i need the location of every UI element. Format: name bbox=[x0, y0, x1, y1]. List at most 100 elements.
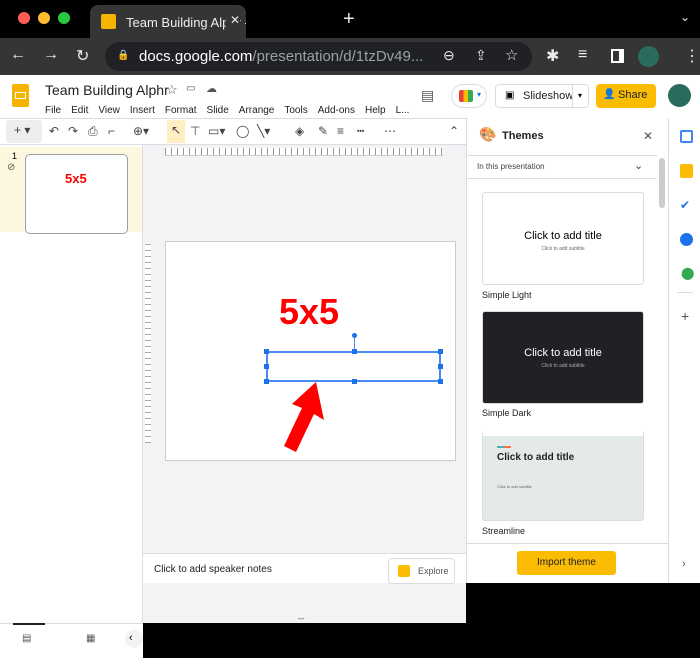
speaker-notes[interactable]: Click to add speaker notes Explore bbox=[143, 553, 466, 584]
more-icon[interactable]: ⋯ bbox=[384, 124, 396, 138]
keep-icon[interactable] bbox=[680, 164, 693, 178]
forward-icon[interactable]: → bbox=[43, 46, 59, 64]
toolbar: + ▾ ↶ ↷ ⎙ ⌐ ⊕▾ ↖ ⊤ ▭▾ ◯ ╲▾ ◈ ✎ ≡ ┅ ⋯ ⌃ bbox=[0, 118, 466, 145]
menu-insert[interactable]: Insert bbox=[130, 105, 155, 116]
minimize-window-button[interactable] bbox=[38, 12, 50, 24]
people-icon: 👤 bbox=[603, 89, 616, 100]
new-tab-icon[interactable]: + bbox=[343, 8, 355, 31]
undo-icon[interactable]: ↶ bbox=[49, 124, 59, 138]
redo-icon[interactable]: ↷ bbox=[68, 124, 78, 138]
shape-icon[interactable]: ◯ bbox=[236, 124, 249, 138]
slide-number: 1 bbox=[12, 151, 18, 161]
close-icon[interactable]: ✕ bbox=[643, 129, 653, 143]
theme-card-simple-dark[interactable]: Click to add title Click to add subtitle bbox=[482, 311, 644, 404]
browser-tab[interactable]: Team Building Alphr - Google Slides bbox=[90, 5, 246, 38]
vertical-ruler[interactable] bbox=[145, 243, 151, 443]
slides-logo-icon[interactable] bbox=[12, 84, 29, 107]
maximize-window-button[interactable] bbox=[58, 12, 70, 24]
expand-panel-icon[interactable]: › bbox=[682, 558, 686, 570]
reload-icon[interactable]: ↻ bbox=[76, 46, 89, 66]
slide-thumbnail[interactable]: 5x5 bbox=[25, 154, 128, 234]
slide-thumbnail-row[interactable]: 1 ⊘ 5x5 bbox=[0, 147, 142, 234]
close-window-button[interactable] bbox=[18, 12, 30, 24]
slide-title-text[interactable]: 5x5 bbox=[279, 291, 339, 333]
cloud-status-icon[interactable]: ☁ bbox=[206, 82, 217, 95]
import-theme-button[interactable]: Import theme bbox=[517, 551, 616, 575]
theme-preview-title: Click to add title bbox=[524, 347, 602, 359]
share-page-icon[interactable]: ⇪ bbox=[475, 47, 487, 64]
zoom-icon[interactable]: ⊕▾ bbox=[133, 124, 149, 138]
speaker-notes-placeholder[interactable]: Click to add speaker notes bbox=[154, 564, 272, 575]
fill-color-icon[interactable]: ◈ bbox=[295, 124, 304, 138]
menu-format[interactable]: Format bbox=[165, 105, 197, 116]
border-dash-icon[interactable]: ┅ bbox=[357, 124, 364, 138]
select-tool-icon[interactable]: ↖ bbox=[167, 120, 185, 143]
slides-app: Team Building Alphr ☆ ▭ ☁ File Edit View In… bbox=[0, 75, 700, 658]
image-icon[interactable]: ▭▾ bbox=[208, 124, 225, 138]
selected-text-box[interactable] bbox=[264, 333, 443, 384]
tab-search-icon[interactable]: ⌄ bbox=[680, 10, 690, 24]
comments-icon[interactable]: ▤ bbox=[421, 87, 434, 104]
extensions-icon[interactable]: ✱ bbox=[546, 46, 559, 66]
side-panel-apps: ✔ ⬤ + › bbox=[668, 118, 700, 583]
line-icon[interactable]: ╲▾ bbox=[257, 124, 270, 138]
slideshow-button[interactable]: ▣ Slideshow ▾ bbox=[495, 84, 589, 108]
menu-bar: File Edit View Insert Format Slide Arrange Tool… bbox=[45, 102, 419, 116]
scrollbar[interactable] bbox=[659, 158, 665, 208]
url-input[interactable]: 🔒 docs.google.com/presentation/d/1tzDv49… bbox=[105, 42, 532, 71]
print-icon[interactable]: ⎙ bbox=[88, 124, 98, 139]
menu-tools[interactable]: Tools bbox=[284, 105, 307, 116]
browser-menu-icon[interactable]: ⋮ bbox=[684, 46, 700, 66]
media-icon[interactable]: ≡ bbox=[578, 46, 587, 64]
grid-view-icon[interactable]: ▦ bbox=[86, 633, 95, 644]
explore-button[interactable]: Explore bbox=[388, 558, 455, 584]
filmstrip-footer: ▤ ▦ ‹ bbox=[0, 623, 143, 658]
slide[interactable]: 5x5 bbox=[165, 241, 456, 461]
meet-button[interactable]: ▾ bbox=[451, 84, 487, 108]
paint-format-icon[interactable]: ⌐ bbox=[108, 124, 115, 138]
horizontal-ruler[interactable] bbox=[165, 148, 443, 156]
menu-last-edit[interactable]: L... bbox=[396, 105, 410, 116]
profile-avatar[interactable] bbox=[638, 46, 659, 67]
collapse-filmstrip-icon[interactable]: ‹ bbox=[125, 630, 143, 648]
menu-arrange[interactable]: Arrange bbox=[239, 105, 275, 116]
theme-card-simple-light[interactable]: Click to add title Click to add subtitle bbox=[482, 192, 644, 285]
rotate-handle[interactable] bbox=[352, 333, 357, 338]
add-addon-icon[interactable]: + bbox=[681, 308, 689, 324]
present-icon: ▣ bbox=[505, 90, 515, 101]
menu-view[interactable]: View bbox=[98, 105, 120, 116]
contacts-icon[interactable] bbox=[680, 233, 693, 246]
collapse-toolbar-icon[interactable]: ⌃ bbox=[449, 124, 459, 138]
close-tab-icon[interactable]: ✕ bbox=[226, 13, 241, 27]
theme-section-dropdown[interactable]: In this presentation ⌄ bbox=[467, 155, 657, 179]
border-color-icon[interactable]: ✎ bbox=[318, 124, 328, 138]
address-bar-row: ← → ↻ 🔒 docs.google.com/presentation/d/1… bbox=[0, 38, 700, 75]
zoom-icon[interactable]: ⊖ bbox=[443, 47, 455, 64]
slideshow-dropdown-icon[interactable]: ▾ bbox=[572, 85, 589, 107]
tasks-icon[interactable]: ✔ bbox=[680, 198, 690, 212]
theme-preview-title: Click to add title bbox=[524, 230, 602, 242]
maps-icon[interactable]: ⬤ bbox=[681, 266, 694, 280]
calendar-icon[interactable] bbox=[680, 130, 693, 143]
filmstrip-view-icon[interactable]: ▤ bbox=[22, 633, 31, 644]
url-host: docs.google.com bbox=[139, 48, 253, 65]
menu-slide[interactable]: Slide bbox=[207, 105, 229, 116]
border-weight-icon[interactable]: ≡ bbox=[337, 124, 344, 138]
text-box-icon[interactable]: ⊤ bbox=[190, 124, 200, 138]
bookmark-star-icon[interactable]: ☆ bbox=[505, 46, 518, 64]
new-slide-button[interactable]: + ▾ bbox=[6, 120, 42, 143]
star-icon[interactable]: ☆ bbox=[166, 82, 178, 98]
menu-help[interactable]: Help bbox=[365, 105, 386, 116]
theme-card-streamline[interactable]: Click to add title Click to add subtitle bbox=[482, 428, 644, 521]
document-title[interactable]: Team Building Alphr bbox=[45, 82, 169, 98]
account-avatar[interactable] bbox=[668, 84, 691, 107]
back-icon[interactable]: ← bbox=[10, 46, 26, 64]
side-panel-icon[interactable] bbox=[611, 49, 624, 63]
thumbnail-text: 5x5 bbox=[65, 171, 87, 186]
menu-edit[interactable]: Edit bbox=[71, 105, 88, 116]
palette-icon: 🎨 bbox=[479, 126, 497, 142]
menu-addons[interactable]: Add-ons bbox=[318, 105, 355, 116]
share-button[interactable]: 👤 Share bbox=[596, 84, 656, 108]
menu-file[interactable]: File bbox=[45, 105, 61, 116]
move-folder-icon[interactable]: ▭ bbox=[186, 83, 195, 94]
